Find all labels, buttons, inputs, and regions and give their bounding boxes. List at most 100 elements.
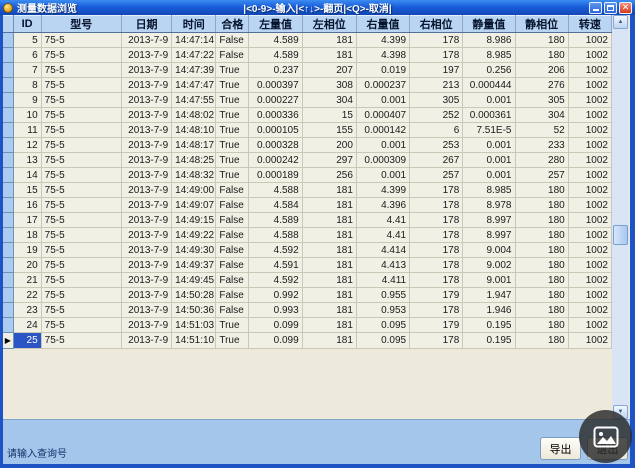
cell-pass[interactable]: True	[216, 153, 249, 168]
column-header-static_phase[interactable]: 静相位	[515, 16, 568, 33]
cell-right_value[interactable]: 0.000309	[356, 153, 409, 168]
cell-date[interactable]: 2013-7-9	[121, 183, 171, 198]
cell-date[interactable]: 2013-7-9	[121, 108, 171, 123]
cell-left_value[interactable]: 0.099	[249, 333, 302, 349]
cell-speed[interactable]: 1002	[568, 243, 611, 258]
cell-time[interactable]: 14:49:22	[172, 228, 216, 243]
cell-right_value[interactable]: 4.396	[356, 198, 409, 213]
cell-date[interactable]: 2013-7-9	[121, 243, 171, 258]
cell-static_phase[interactable]: 276	[515, 78, 568, 93]
cell-right_phase[interactable]: 178	[410, 333, 463, 349]
cell-right_value[interactable]: 4.411	[356, 273, 409, 288]
cell-static_phase[interactable]: 180	[515, 303, 568, 318]
cell-date[interactable]: 2013-7-9	[121, 123, 171, 138]
cell-right_phase[interactable]: 178	[410, 228, 463, 243]
cell-static_value[interactable]: 0.000444	[463, 78, 515, 93]
cell-date[interactable]: 2013-7-9	[121, 213, 171, 228]
cell-pass[interactable]: True	[216, 168, 249, 183]
cell-pass[interactable]: True	[216, 333, 249, 349]
cell-right_value[interactable]: 4.41	[356, 228, 409, 243]
cell-static_phase[interactable]: 257	[515, 168, 568, 183]
cell-static_phase[interactable]: 180	[515, 288, 568, 303]
cell-speed[interactable]: 1002	[568, 213, 611, 228]
cell-right_phase[interactable]: 253	[410, 138, 463, 153]
cell-id[interactable]: 22	[13, 288, 41, 303]
cell-id[interactable]: 8	[13, 78, 41, 93]
row-header[interactable]	[3, 273, 13, 288]
cell-id[interactable]: 16	[13, 198, 41, 213]
cell-model[interactable]: 75-5	[41, 243, 121, 258]
column-header-id[interactable]: ID	[13, 16, 41, 33]
cell-pass[interactable]: True	[216, 93, 249, 108]
cell-left_phase[interactable]: 181	[302, 213, 356, 228]
cell-static_value[interactable]: 1.946	[463, 303, 515, 318]
cell-time[interactable]: 14:50:36	[172, 303, 216, 318]
row-header[interactable]	[3, 153, 13, 168]
row-header[interactable]	[3, 243, 13, 258]
cell-model[interactable]: 75-5	[41, 228, 121, 243]
cell-right_value[interactable]: 0.019	[356, 63, 409, 78]
cell-static_phase[interactable]: 305	[515, 93, 568, 108]
cell-right_value[interactable]: 4.399	[356, 33, 409, 48]
cell-left_value[interactable]: 4.588	[249, 228, 302, 243]
cell-right_value[interactable]: 4.41	[356, 213, 409, 228]
cell-static_value[interactable]: 8.997	[463, 228, 515, 243]
cell-model[interactable]: 75-5	[41, 48, 121, 63]
cell-date[interactable]: 2013-7-9	[121, 78, 171, 93]
cell-static_value[interactable]: 8.985	[463, 183, 515, 198]
cell-static_phase[interactable]: 206	[515, 63, 568, 78]
cell-id[interactable]: 13	[13, 153, 41, 168]
cell-speed[interactable]: 1002	[568, 78, 611, 93]
cell-id[interactable]: 7	[13, 63, 41, 78]
cell-date[interactable]: 2013-7-9	[121, 288, 171, 303]
minimize-button[interactable]	[589, 2, 602, 14]
cell-pass[interactable]: False	[216, 213, 249, 228]
cell-time[interactable]: 14:48:17	[172, 138, 216, 153]
cell-id[interactable]: 15	[13, 183, 41, 198]
row-header[interactable]	[3, 78, 13, 93]
cell-time[interactable]: 14:47:39	[172, 63, 216, 78]
cell-speed[interactable]: 1002	[568, 183, 611, 198]
row-header[interactable]	[3, 33, 13, 48]
cell-right_value[interactable]: 4.399	[356, 183, 409, 198]
cell-speed[interactable]: 1002	[568, 138, 611, 153]
cell-static_value[interactable]: 8.997	[463, 213, 515, 228]
cell-id[interactable]: 11	[13, 123, 41, 138]
column-header-static_value[interactable]: 静量值	[463, 16, 515, 33]
cell-date[interactable]: 2013-7-9	[121, 138, 171, 153]
column-header-date[interactable]: 日期	[121, 16, 171, 33]
cell-pass[interactable]: False	[216, 198, 249, 213]
cell-left_phase[interactable]: 181	[302, 333, 356, 349]
cell-time[interactable]: 14:48:32	[172, 168, 216, 183]
cell-left_value[interactable]: 0.000227	[249, 93, 302, 108]
cell-pass[interactable]: True	[216, 318, 249, 333]
cell-date[interactable]: 2013-7-9	[121, 63, 171, 78]
cell-speed[interactable]: 1002	[568, 258, 611, 273]
column-header-left_phase[interactable]: 左相位	[302, 16, 356, 33]
cell-right_value[interactable]: 0.001	[356, 168, 409, 183]
cell-static_value[interactable]: 8.978	[463, 198, 515, 213]
close-button[interactable]: ✕	[619, 2, 632, 14]
cell-right_value[interactable]: 0.955	[356, 288, 409, 303]
cell-static_value[interactable]: 0.000361	[463, 108, 515, 123]
cell-speed[interactable]: 1002	[568, 198, 611, 213]
cell-time[interactable]: 14:49:00	[172, 183, 216, 198]
row-header[interactable]: ▶	[3, 333, 13, 349]
cell-model[interactable]: 75-5	[41, 213, 121, 228]
title-bar[interactable]: 测量数据浏览 |<0-9>-输入|<↑↓>-翻页|<Q>-取消| ✕	[0, 0, 635, 15]
cell-time[interactable]: 14:49:37	[172, 258, 216, 273]
row-header[interactable]	[3, 108, 13, 123]
cell-pass[interactable]: True	[216, 138, 249, 153]
cell-pass[interactable]: False	[216, 288, 249, 303]
cell-left_value[interactable]: 4.589	[249, 48, 302, 63]
cell-date[interactable]: 2013-7-9	[121, 333, 171, 349]
cell-speed[interactable]: 1002	[568, 33, 611, 48]
cell-static_phase[interactable]: 180	[515, 213, 568, 228]
cell-date[interactable]: 2013-7-9	[121, 33, 171, 48]
cell-id[interactable]: 19	[13, 243, 41, 258]
row-header[interactable]	[3, 123, 13, 138]
cell-right_phase[interactable]: 178	[410, 303, 463, 318]
cell-right_value[interactable]: 4.398	[356, 48, 409, 63]
cell-static_value[interactable]: 0.195	[463, 333, 515, 349]
cell-right_phase[interactable]: 178	[410, 198, 463, 213]
